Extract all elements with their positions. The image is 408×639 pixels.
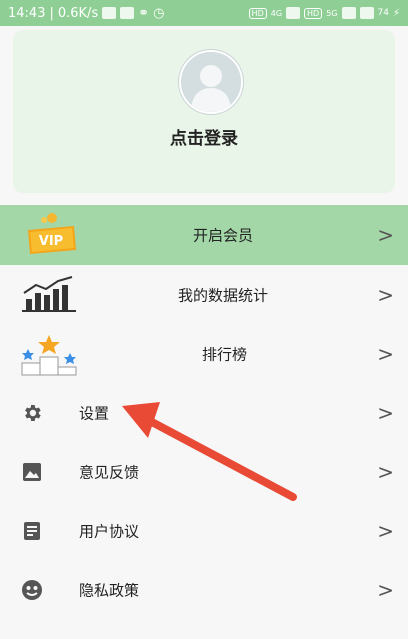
- settings-row[interactable]: 设置 >: [0, 383, 408, 442]
- chevron-right-icon: >: [377, 518, 394, 543]
- chevron-right-icon: >: [377, 223, 394, 247]
- agreement-row[interactable]: 用户协议 >: [0, 501, 408, 560]
- podium-icon: [21, 334, 77, 375]
- status-right: HD 4G HD 5G 74 ⚡: [248, 7, 400, 19]
- document-icon: [24, 521, 40, 540]
- stats-label: 我的数据统计: [178, 286, 269, 304]
- signal-bars-icon-2: [341, 7, 356, 19]
- stats-row[interactable]: 我的数据统计 >: [0, 265, 408, 324]
- headphone-icon: ⚭: [138, 5, 150, 21]
- privacy-row[interactable]: 隐私政策 >: [0, 560, 408, 619]
- status-bar: 14:43 | 0.6K/s ⚭ ◷ HD 4G HD 5G 74 ⚡: [0, 0, 408, 26]
- chevron-right-icon: >: [377, 577, 394, 602]
- gear-icon: [25, 404, 41, 421]
- signal-bars-icon: [286, 7, 301, 19]
- privacy-label: 隐私政策: [79, 581, 140, 599]
- status-network-speed: 0.6K/s: [57, 5, 99, 21]
- feedback-row[interactable]: 意见反馈 >: [0, 442, 408, 501]
- settings-label: 设置: [79, 404, 110, 422]
- avatar[interactable]: [179, 50, 243, 114]
- chevron-right-icon: >: [377, 282, 394, 307]
- chevron-right-icon: >: [377, 459, 394, 484]
- vip-label: 开启会员: [193, 226, 254, 245]
- charging-icon: ⚡: [392, 7, 400, 19]
- vip-row[interactable]: VIP 开启会员 >: [0, 205, 408, 265]
- default-avatar-icon: [181, 52, 241, 112]
- feedback-label: 意见反馈: [79, 463, 140, 481]
- hd-badge: HD: [248, 7, 267, 19]
- app-notification-icon: [102, 7, 117, 19]
- signal-4g-label: 4G: [270, 8, 283, 18]
- vip-crown-icon: VIP: [28, 213, 76, 254]
- wifi-icon: [359, 7, 374, 19]
- status-separator: |: [49, 5, 54, 21]
- login-prompt[interactable]: 点击登录: [0, 124, 408, 149]
- chevron-right-icon: >: [377, 341, 394, 366]
- ranking-label: 排行榜: [202, 345, 248, 363]
- ranking-row[interactable]: 排行榜 >: [0, 324, 408, 383]
- signal-5g-label: 5G: [326, 8, 338, 18]
- vip-badge-text: VIP: [39, 234, 63, 249]
- hd-badge-2: HD: [304, 7, 323, 19]
- privacy-shield-icon: [22, 579, 42, 600]
- image-icon: [23, 462, 41, 481]
- agreement-label: 用户协议: [79, 522, 140, 540]
- chevron-right-icon: >: [377, 400, 394, 425]
- status-left: 14:43 | 0.6K/s ⚭ ◷: [8, 6, 164, 21]
- status-time: 14:43: [8, 5, 46, 21]
- app-notification-icon-2: [120, 7, 135, 19]
- battery-level: 74: [377, 7, 389, 18]
- alarm-icon: ◷: [153, 5, 165, 21]
- bar-chart-icon: [22, 275, 76, 312]
